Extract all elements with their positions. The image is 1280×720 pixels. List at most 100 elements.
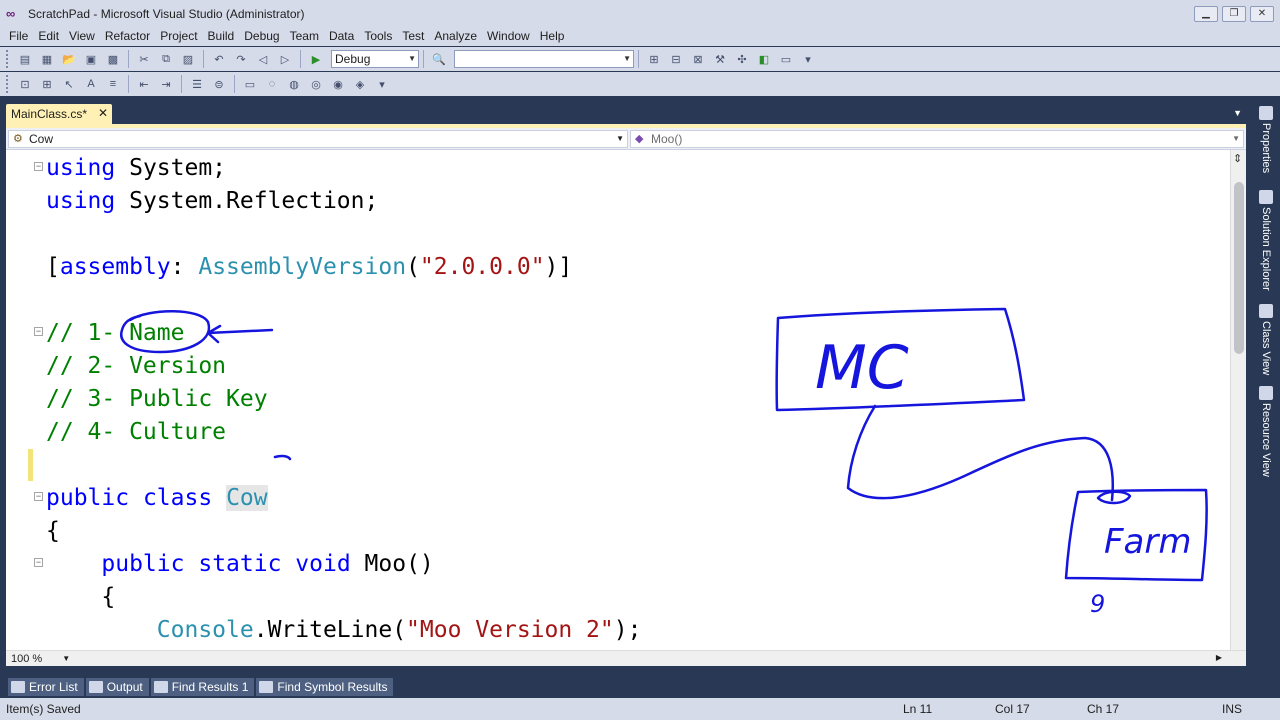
cut-icon[interactable]: ✂: [135, 50, 153, 68]
next-bookmark-icon[interactable]: ▭: [241, 75, 259, 93]
menu-tools[interactable]: Tools: [359, 29, 397, 43]
solution-explorer-icon[interactable]: ⊞: [645, 50, 663, 68]
object-browser-icon[interactable]: ⊠: [689, 50, 707, 68]
code-line[interactable]: // 4- Culture: [46, 416, 641, 449]
prev-bookmark-icon[interactable]: ⊜: [210, 75, 228, 93]
add-item-icon[interactable]: ▦: [38, 50, 56, 68]
undo-icon[interactable]: ↶: [210, 50, 228, 68]
code-line[interactable]: // 2- Version: [46, 350, 641, 383]
code-line[interactable]: [46, 284, 641, 317]
menu-file[interactable]: File: [4, 29, 33, 43]
code-line[interactable]: {: [46, 515, 641, 548]
code-line[interactable]: public static void Moo(): [46, 548, 641, 581]
close-icon[interactable]: ✕: [98, 106, 108, 120]
properties-icon[interactable]: ⊟: [667, 50, 685, 68]
menu-help[interactable]: Help: [535, 29, 570, 43]
clear-bookmarks-icon[interactable]: ◌: [263, 75, 281, 93]
menu-team[interactable]: Team: [285, 29, 324, 43]
side-tab-class-view[interactable]: Class View: [1257, 304, 1275, 375]
code-line[interactable]: {: [46, 581, 641, 614]
code-line[interactable]: [assembly: AssemblyVersion("2.0.0.0")]: [46, 251, 641, 284]
start-page-icon[interactable]: ✣: [733, 50, 751, 68]
code-line[interactable]: [46, 218, 641, 251]
close-button[interactable]: ✕: [1250, 6, 1274, 22]
vertical-scrollbar[interactable]: ⇕: [1230, 150, 1246, 650]
increase-indent-icon[interactable]: ≡: [104, 75, 122, 93]
start-debugging-icon[interactable]: ▶: [307, 50, 325, 68]
menu-test[interactable]: Test: [397, 29, 429, 43]
code-line[interactable]: // 1- Name: [46, 317, 641, 350]
code-line[interactable]: public class Cow: [46, 482, 641, 515]
scrollbar-thumb[interactable]: [1234, 182, 1244, 354]
menu-debug[interactable]: Debug: [239, 29, 284, 43]
bookmark-icon[interactable]: ☰: [188, 75, 206, 93]
bookmark-folder-icon[interactable]: ◍: [285, 75, 303, 93]
tab-error-list[interactable]: Error List: [8, 678, 84, 696]
collapse-toggle-icon[interactable]: −: [34, 327, 43, 336]
menu-project[interactable]: Project: [155, 29, 202, 43]
save-icon[interactable]: ▣: [82, 50, 100, 68]
zoom-level[interactable]: 100 %: [11, 653, 42, 665]
tab-output[interactable]: Output: [85, 678, 149, 696]
code-line[interactable]: using System;: [46, 152, 641, 185]
menu-window[interactable]: Window: [482, 29, 535, 43]
members-dropdown[interactable]: ◆ Moo() ▼: [630, 130, 1244, 148]
menu-refactor[interactable]: Refactor: [100, 29, 155, 43]
bookmark-next-folder-icon[interactable]: ◉: [329, 75, 347, 93]
save-all-icon[interactable]: ▩: [104, 50, 122, 68]
menu-data[interactable]: Data: [324, 29, 359, 43]
navigate-forward-icon[interactable]: ▷: [276, 50, 294, 68]
tab-find-results[interactable]: Find Results 1: [150, 678, 255, 696]
command-window-icon[interactable]: ▭: [777, 50, 795, 68]
collapse-toggle-icon[interactable]: −: [34, 558, 43, 567]
toolbar-options-icon[interactable]: ▾: [373, 75, 391, 93]
tab-find-symbol-results[interactable]: Find Symbol Results: [256, 678, 394, 696]
code-line[interactable]: [46, 449, 641, 482]
paste-icon[interactable]: ▨: [179, 50, 197, 68]
comment-icon[interactable]: ⇤: [135, 75, 153, 93]
side-tab-solution-explorer[interactable]: Solution Explorer: [1257, 190, 1275, 291]
code-line[interactable]: using System.Reflection;: [46, 185, 641, 218]
code-line[interactable]: // 3- Public Key: [46, 383, 641, 416]
extension-icon[interactable]: ◧: [755, 50, 773, 68]
code-text[interactable]: using System; using System.Reflection; [as…: [46, 152, 641, 647]
copy-icon[interactable]: ⧉: [157, 50, 175, 68]
uncomment-icon[interactable]: ⇥: [157, 75, 175, 93]
menu-edit[interactable]: Edit: [33, 29, 64, 43]
editor-margin: − − − −: [6, 150, 43, 650]
open-icon[interactable]: 📂: [60, 50, 78, 68]
side-tab-resource-view[interactable]: Resource View: [1257, 386, 1275, 477]
scroll-right-icon[interactable]: ▶: [1216, 653, 1222, 662]
new-project-icon[interactable]: ▤: [16, 50, 34, 68]
restore-button[interactable]: ❐: [1222, 6, 1246, 22]
minimize-button[interactable]: ▁: [1194, 6, 1218, 22]
solution-configuration-dropdown[interactable]: Debug ▼: [331, 50, 419, 68]
bookmark-clear-all-icon[interactable]: ◈: [351, 75, 369, 93]
menu-analyze[interactable]: Analyze: [429, 29, 482, 43]
complete-word-icon[interactable]: ↖: [60, 75, 78, 93]
parameter-info-icon[interactable]: ⊞: [38, 75, 56, 93]
toolbar-grip[interactable]: [6, 50, 10, 68]
find-in-files-icon[interactable]: 🔍: [430, 50, 448, 68]
side-tab-properties[interactable]: Properties: [1257, 106, 1275, 173]
split-window-icon[interactable]: ⇕: [1233, 152, 1242, 165]
toolbox-icon[interactable]: ⚒: [711, 50, 729, 68]
tab-dropdown-icon[interactable]: ▼: [1233, 108, 1242, 118]
redo-icon[interactable]: ↷: [232, 50, 250, 68]
menu-view[interactable]: View: [64, 29, 100, 43]
tab-mainclass[interactable]: MainClass.cs* ✕: [6, 104, 112, 124]
bookmark-prev-folder-icon[interactable]: ◎: [307, 75, 325, 93]
collapse-toggle-icon[interactable]: −: [34, 162, 43, 171]
types-dropdown[interactable]: ⚙ Cow ▼: [8, 130, 628, 148]
find-combo[interactable]: ▼: [454, 50, 634, 68]
quick-info-icon[interactable]: ⊡: [16, 75, 34, 93]
decrease-indent-icon[interactable]: A: [82, 75, 100, 93]
toolbar-grip[interactable]: [6, 75, 10, 93]
zoom-dropdown-icon[interactable]: ▼: [62, 654, 70, 663]
code-line[interactable]: Console.WriteLine("Moo Version 2");: [46, 614, 642, 647]
toolbar-options-icon[interactable]: ▾: [799, 50, 817, 68]
code-editor[interactable]: − − − − using System; using System.Reflec…: [6, 150, 1246, 650]
menu-build[interactable]: Build: [203, 29, 240, 43]
collapse-toggle-icon[interactable]: −: [34, 492, 43, 501]
navigate-backward-icon[interactable]: ◁: [254, 50, 272, 68]
